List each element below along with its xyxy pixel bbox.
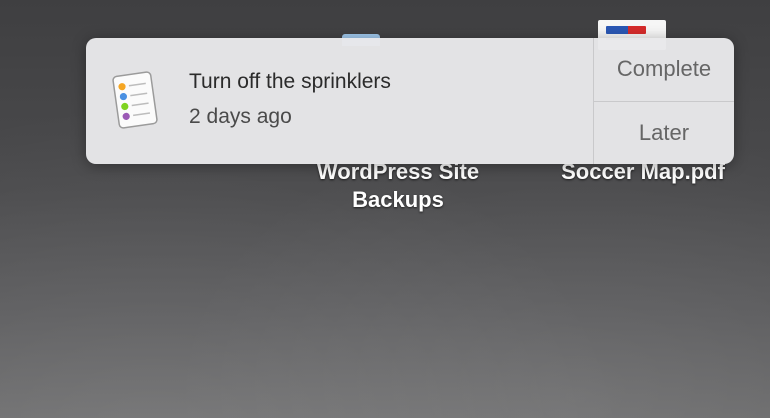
desktop-item-label: WordPress Site Backups [316,159,480,212]
notification-body[interactable]: Turn off the sprinklers 2 days ago [86,38,593,164]
notification-actions: Complete Later [593,38,734,164]
notification-time: 2 days ago [189,105,292,128]
notification-title: Turn off the sprinklers [189,70,391,93]
later-button[interactable]: Later [594,100,734,165]
complete-button[interactable]: Complete [594,38,734,101]
reminders-icon [112,71,158,129]
notification-banner[interactable]: Turn off the sprinklers 2 days ago Compl… [86,38,734,164]
